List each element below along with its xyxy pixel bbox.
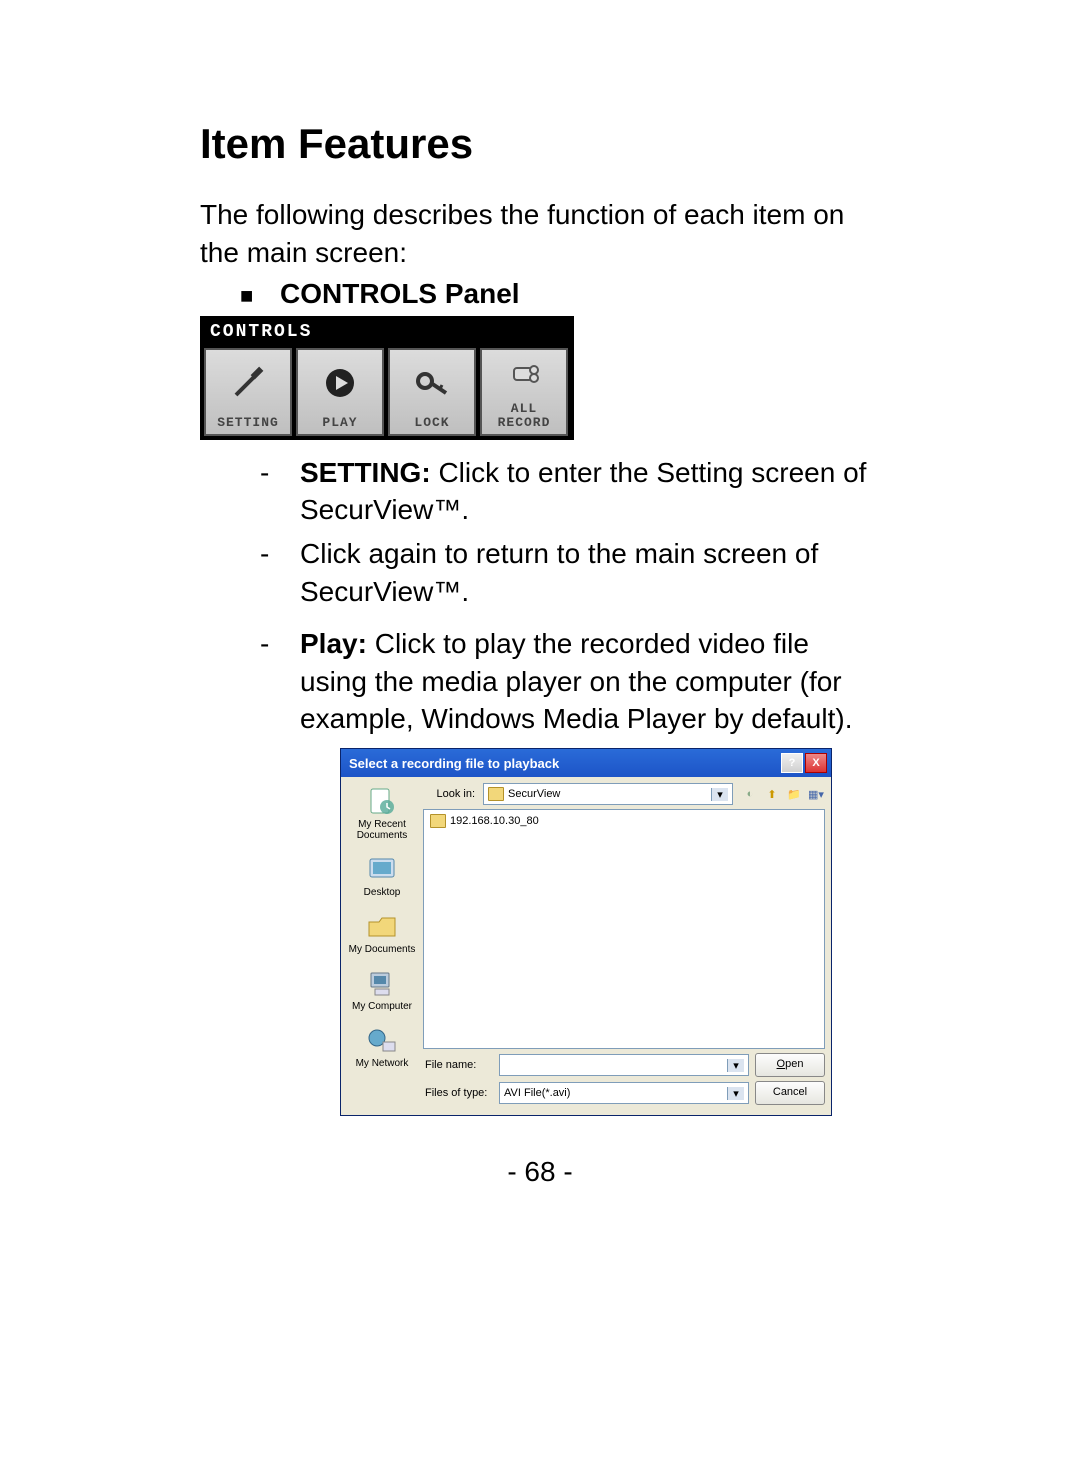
- close-icon: X: [812, 757, 819, 769]
- folder-icon: [488, 787, 504, 801]
- nav-up-icon[interactable]: ⬆: [763, 785, 781, 803]
- lookin-select[interactable]: SecurView ▾: [483, 783, 733, 805]
- file-list[interactable]: 192.168.10.30_80: [423, 809, 825, 1049]
- nav-views-icon[interactable]: ▦▾: [807, 785, 825, 803]
- folder-icon: [430, 814, 446, 828]
- nav-back-icon[interactable]: ◐: [741, 785, 759, 803]
- desktop-icon: [365, 853, 399, 885]
- chevron-down-icon: ▾: [727, 1087, 744, 1100]
- lookin-value: SecurView: [508, 788, 560, 800]
- page-number: - 68 -: [200, 1156, 880, 1188]
- desc-setting-note: - Click again to return to the main scre…: [260, 535, 880, 611]
- page-heading: Item Features: [200, 120, 880, 168]
- setting-button[interactable]: SETTING: [204, 348, 292, 436]
- key-icon: [412, 350, 452, 416]
- lookin-label: Look in:: [423, 788, 479, 800]
- my-computer-icon: [365, 967, 399, 999]
- controls-panel-title: CONTROLS: [202, 318, 572, 346]
- camera-icon: [504, 350, 544, 403]
- filename-label: File name:: [423, 1059, 493, 1071]
- file-entry-name: 192.168.10.30_80: [450, 815, 539, 827]
- open-button[interactable]: Open: [755, 1053, 825, 1077]
- intro-text: The following describes the function of …: [200, 196, 880, 272]
- bullet-square-icon: ■: [240, 283, 280, 309]
- lock-button-label: LOCK: [414, 416, 449, 430]
- filetype-select[interactable]: AVI File(*.avi) ▾: [499, 1082, 749, 1104]
- chevron-down-icon: ▾: [727, 1059, 744, 1072]
- desc-play: - Play: Click to play the recorded video…: [260, 625, 880, 738]
- filetype-value: AVI File(*.avi): [504, 1087, 570, 1099]
- place-mynet[interactable]: My Network: [341, 1020, 423, 1077]
- file-open-dialog: Select a recording file to playback ? X …: [340, 748, 832, 1116]
- desc-play-label: Play:: [300, 628, 367, 659]
- nav-newfolder-icon[interactable]: 📁: [785, 785, 803, 803]
- desc-setting-note-text: Click again to return to the main screen…: [300, 538, 818, 607]
- play-icon: [320, 350, 360, 416]
- lock-button[interactable]: LOCK: [388, 348, 476, 436]
- all-record-button[interactable]: ALL RECORD: [480, 348, 568, 436]
- help-button[interactable]: ?: [781, 753, 803, 773]
- place-desktop[interactable]: Desktop: [341, 849, 423, 906]
- section-controls-panel: ■CONTROLS Panel: [240, 278, 880, 310]
- my-network-icon: [365, 1024, 399, 1056]
- screwdriver-icon: [228, 350, 268, 416]
- play-button[interactable]: PLAY: [296, 348, 384, 436]
- chevron-down-icon: ▾: [711, 788, 728, 801]
- place-recent[interactable]: My Recent Documents: [341, 781, 423, 849]
- open-button-label: pen: [785, 1058, 803, 1070]
- recent-documents-icon: [365, 785, 399, 817]
- place-mycomp[interactable]: My Computer: [341, 963, 423, 1020]
- file-entry[interactable]: 192.168.10.30_80: [430, 814, 818, 828]
- section-title: CONTROLS Panel: [280, 278, 520, 309]
- all-record-button-label: ALL RECORD: [482, 402, 566, 429]
- help-icon: ?: [789, 757, 796, 769]
- dialog-title: Select a recording file to playback: [349, 756, 779, 771]
- place-mydocs[interactable]: My Documents: [341, 906, 423, 963]
- dialog-titlebar: Select a recording file to playback ? X: [341, 749, 831, 777]
- filetype-label: Files of type:: [423, 1087, 493, 1099]
- filename-input[interactable]: ▾: [499, 1054, 749, 1076]
- close-button[interactable]: X: [805, 753, 827, 773]
- play-button-label: PLAY: [322, 416, 357, 430]
- desc-play-text: Click to play the recorded video file us…: [300, 628, 852, 735]
- controls-panel-figure: CONTROLS SETTING PLAY LOCK: [200, 316, 574, 440]
- desc-setting-label: SETTING:: [300, 457, 431, 488]
- setting-button-label: SETTING: [217, 416, 279, 430]
- cancel-button[interactable]: Cancel: [755, 1081, 825, 1105]
- places-bar: My Recent Documents Desktop My Documents…: [341, 777, 423, 1115]
- desc-setting: - SETTING: Click to enter the Setting sc…: [260, 454, 880, 530]
- my-documents-icon: [365, 910, 399, 942]
